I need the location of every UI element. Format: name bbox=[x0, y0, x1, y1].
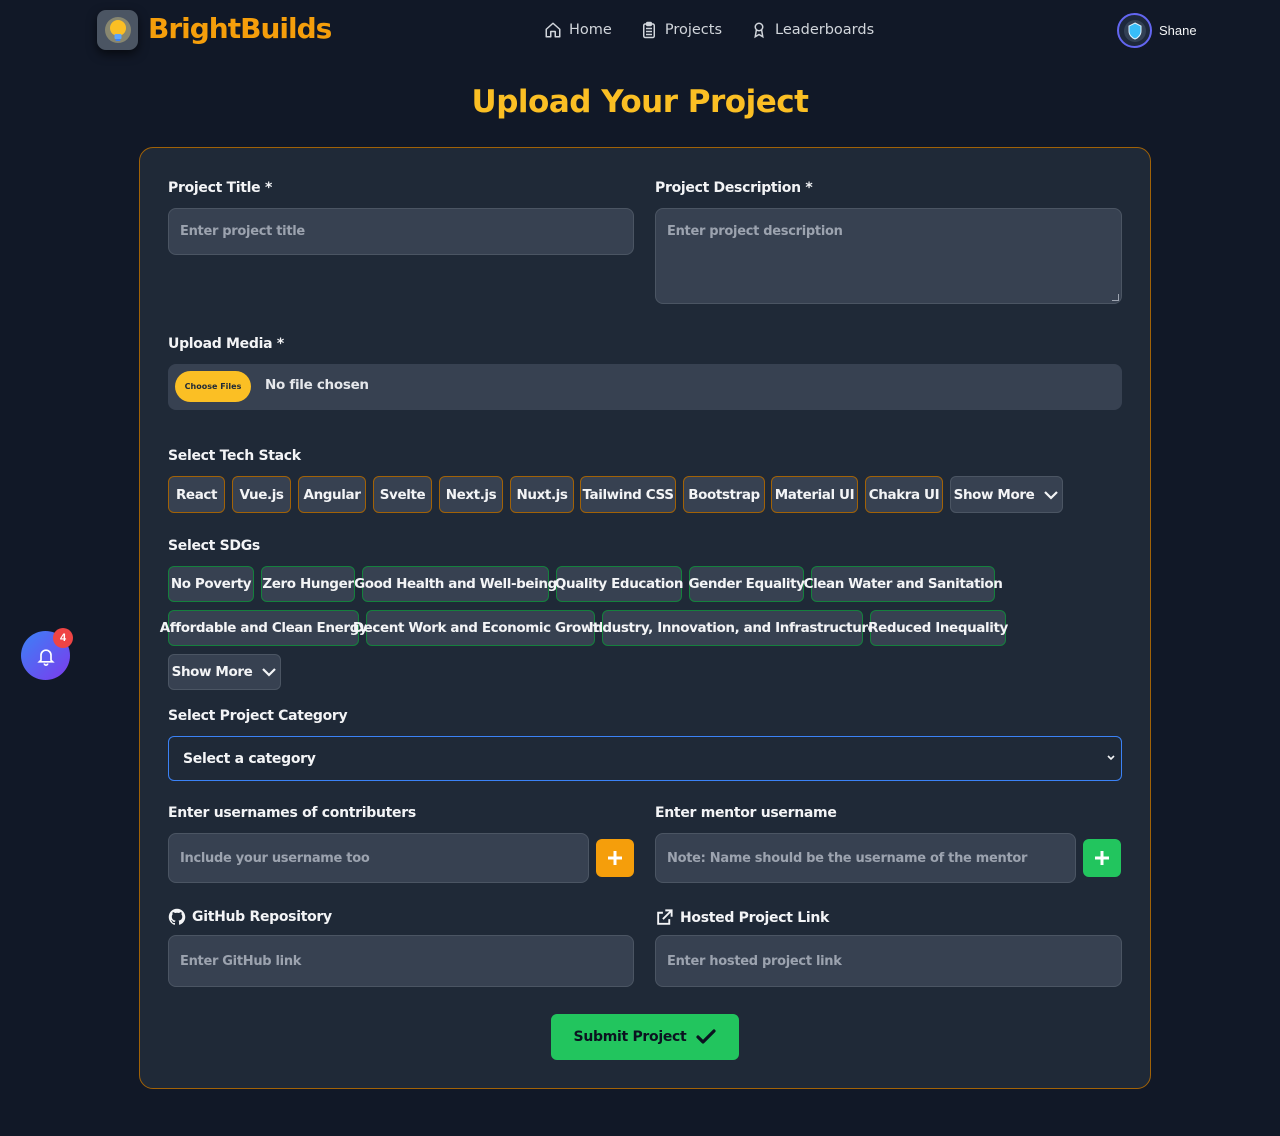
project-title-label: Project Title * bbox=[168, 180, 272, 196]
tech-stack-label: Select Tech Stack bbox=[168, 448, 301, 464]
chevron-down-icon bbox=[1107, 755, 1115, 761]
tech-show-more-button[interactable]: Show More bbox=[950, 476, 1063, 513]
nav-leaderboards[interactable]: Leaderboards bbox=[750, 21, 874, 39]
nav-projects[interactable]: Projects bbox=[640, 21, 722, 39]
chevron-down-icon bbox=[262, 668, 277, 677]
category-label: Select Project Category bbox=[168, 708, 348, 724]
github-link-input[interactable]: Enter GitHub link bbox=[168, 935, 634, 987]
user-menu[interactable]: Shane bbox=[1117, 13, 1197, 48]
hosted-link-label: Hosted Project Link bbox=[655, 908, 829, 927]
sdg-chip-no-poverty[interactable]: No Poverty bbox=[168, 566, 254, 602]
shield-avatar-icon bbox=[1123, 19, 1146, 42]
user-name: Shane bbox=[1159, 23, 1197, 38]
tech-chip-nuxtjs[interactable]: Nuxt.js bbox=[510, 476, 574, 513]
sdg-chip-reduced-inequality[interactable]: Reduced Inequality bbox=[868, 610, 1008, 646]
tech-chip-chakra-ui[interactable]: Chakra UI bbox=[865, 476, 943, 513]
sdg-show-more-button[interactable]: Show More bbox=[168, 654, 281, 690]
tech-chip-svelte[interactable]: Svelte bbox=[373, 476, 432, 513]
tech-chip-material-ui[interactable]: Material UI bbox=[771, 476, 858, 513]
nav-home-label: Home bbox=[569, 22, 612, 38]
github-label-text: GitHub Repository bbox=[192, 909, 332, 925]
sdg-chip-zero-hunger[interactable]: Zero Hunger bbox=[261, 566, 355, 602]
notification-count-badge: 4 bbox=[53, 628, 73, 648]
resize-handle-icon[interactable] bbox=[1112, 294, 1119, 301]
sdg-chip-quality-education[interactable]: Quality Education bbox=[555, 566, 683, 602]
mentor-input[interactable]: Note: Name should be the username of the… bbox=[655, 833, 1076, 883]
nav-links: Home Projects Leaderboards bbox=[544, 21, 902, 39]
add-contributor-button[interactable] bbox=[596, 839, 634, 877]
sdg-show-more-label: Show More bbox=[171, 664, 253, 680]
tech-chip-vue[interactable]: Vue.js bbox=[232, 476, 291, 513]
checkmark-icon bbox=[696, 1029, 717, 1044]
sdg-chip-clean-energy[interactable]: Affordable and Clean Energy bbox=[160, 610, 368, 646]
project-description-label: Project Description * bbox=[655, 180, 813, 196]
nav-home[interactable]: Home bbox=[544, 21, 612, 39]
tech-chip-tailwind[interactable]: Tailwind CSS bbox=[580, 476, 676, 513]
file-upload-input[interactable]: Choose Files No file chosen bbox=[168, 364, 1122, 410]
upload-media-label: Upload Media * bbox=[168, 336, 284, 352]
category-selected-value: Select a category bbox=[183, 750, 316, 767]
lightbulb-icon bbox=[104, 17, 131, 43]
project-description-textarea[interactable]: Enter project description bbox=[655, 208, 1122, 304]
hosted-link-input[interactable]: Enter hosted project link bbox=[655, 935, 1122, 987]
plus-icon bbox=[1095, 851, 1109, 865]
home-icon bbox=[545, 22, 561, 38]
sdg-label: Select SDGs bbox=[168, 538, 260, 554]
sdg-chip-clean-water[interactable]: Clean Water and Sanitation bbox=[804, 566, 1003, 602]
project-title-input[interactable]: Enter project title bbox=[168, 208, 634, 255]
hosted-link-label-text: Hosted Project Link bbox=[680, 909, 829, 926]
external-link-icon bbox=[657, 909, 673, 925]
sdg-chip-decent-work[interactable]: Decent Work and Economic Growth bbox=[353, 610, 609, 646]
nav-leaderboards-label: Leaderboards bbox=[775, 22, 875, 38]
sdg-chip-good-health[interactable]: Good Health and Well-being bbox=[354, 566, 557, 602]
submit-label: Submit Project bbox=[573, 1029, 687, 1045]
project-description-placeholder: Enter project description bbox=[667, 224, 843, 239]
award-icon bbox=[754, 22, 764, 39]
add-mentor-button[interactable] bbox=[1083, 839, 1121, 877]
sdg-chip-gender-equality[interactable]: Gender Equality bbox=[688, 566, 805, 602]
nav-projects-label: Projects bbox=[664, 22, 722, 38]
clipboard-icon bbox=[642, 21, 655, 39]
category-select[interactable]: Select a category bbox=[168, 736, 1122, 781]
plus-icon bbox=[608, 851, 622, 865]
contributors-label: Enter usernames of contributers bbox=[168, 805, 416, 821]
github-icon bbox=[168, 908, 186, 925]
sdg-chip-industry-innovation[interactable]: Industry, Innovation, and Infrastructure bbox=[589, 610, 877, 646]
tech-chip-angular[interactable]: Angular bbox=[298, 476, 366, 513]
github-label: GitHub Repository bbox=[168, 908, 332, 926]
tech-chip-bootstrap[interactable]: Bootstrap bbox=[683, 476, 765, 513]
brand-name[interactable]: BrightBuilds bbox=[148, 12, 332, 45]
no-file-text: No file chosen bbox=[265, 377, 369, 393]
contributors-input[interactable]: Include your username too bbox=[168, 833, 589, 883]
avatar[interactable] bbox=[1117, 13, 1152, 48]
logo[interactable] bbox=[97, 10, 138, 50]
top-navbar: BrightBuilds Home Projects Leaderboards … bbox=[0, 0, 1280, 62]
chevron-down-icon bbox=[1044, 490, 1059, 500]
submit-project-button[interactable]: Submit Project bbox=[551, 1014, 739, 1060]
bell-icon bbox=[36, 648, 55, 666]
mentor-label: Enter mentor username bbox=[655, 805, 837, 821]
tech-chip-nextjs[interactable]: Next.js bbox=[439, 476, 503, 513]
choose-files-button[interactable]: Choose Files bbox=[175, 371, 251, 402]
page-title: Upload Your Project bbox=[471, 84, 809, 120]
tech-chip-react[interactable]: React bbox=[168, 476, 225, 513]
tech-show-more-label: Show More bbox=[953, 486, 1035, 503]
